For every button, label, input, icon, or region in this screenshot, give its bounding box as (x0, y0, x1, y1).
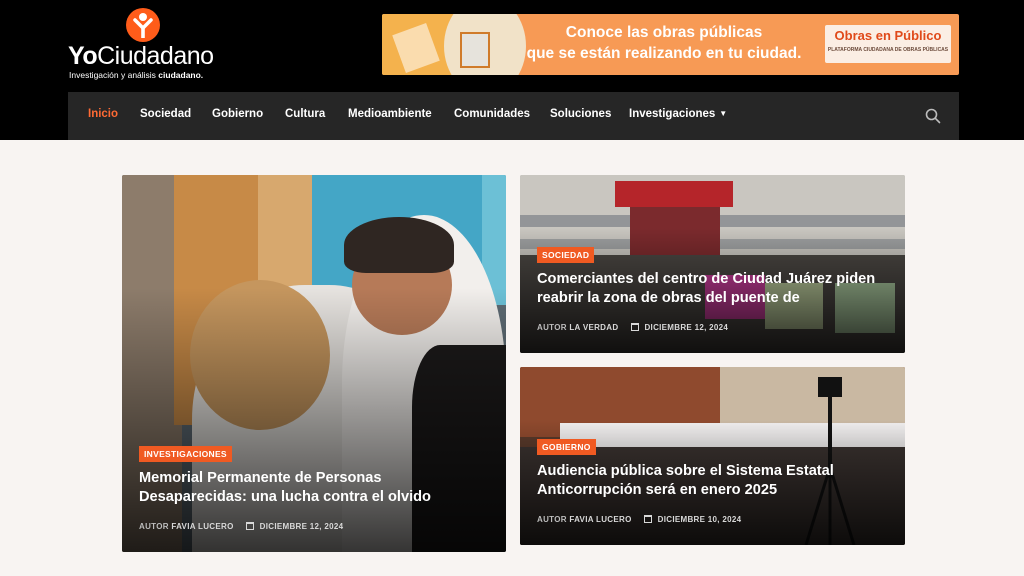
author-name[interactable]: FAVIA LUCERO (171, 522, 233, 531)
banner-message: Conoce las obras públicas que se están r… (526, 24, 802, 62)
banner-illustration (382, 14, 526, 75)
site-logo[interactable]: YoCiudadano Investigación y análisis ciu… (68, 8, 228, 84)
nav-item-gobierno[interactable]: Gobierno (212, 108, 263, 120)
nav-item-soluciones[interactable]: Soluciones (550, 108, 611, 120)
article-title[interactable]: Audiencia pública sobre el Sistema Estat… (537, 462, 877, 500)
article-meta: AUTOR FAVIA LUCERO DICIEMBRE 12, 2024 (139, 522, 343, 531)
calendar-icon (644, 515, 653, 523)
logo-person-icon (126, 8, 160, 42)
calendar-icon (630, 323, 639, 331)
nav-item-sociedad[interactable]: Sociedad (140, 108, 191, 120)
article-card[interactable]: SOCIEDAD Comerciantes del centro de Ciud… (520, 175, 905, 353)
main-nav: Inicio Sociedad Gobierno Cultura Medioam… (68, 92, 959, 140)
author-name[interactable]: LA VERDAD (569, 323, 618, 332)
site-header: YoCiudadano Investigación y análisis ciu… (0, 0, 1024, 140)
calendar-icon (246, 522, 255, 530)
category-badge[interactable]: INVESTIGACIONES (139, 446, 232, 462)
banner-brand-logo: Obras en Público PLATAFORMA CIUDADANA DE… (825, 25, 951, 63)
article-date: DICIEMBRE 12, 2024 (644, 323, 729, 332)
logo-tagline: Investigación y análisis ciudadano. (69, 70, 204, 80)
nav-item-cultura[interactable]: Cultura (285, 108, 325, 120)
article-date: DICIEMBRE 10, 2024 (657, 515, 742, 524)
image-overlay (122, 288, 506, 552)
author-prefix: AUTOR (537, 515, 567, 524)
nav-item-inicio[interactable]: Inicio (88, 108, 118, 120)
nav-item-investigaciones[interactable]: Investigaciones ▼ (629, 108, 727, 120)
nav-item-comunidades[interactable]: Comunidades (454, 108, 530, 120)
author-prefix: AUTOR (139, 522, 169, 531)
featured-article-card[interactable]: INVESTIGACIONES Memorial Permanente de P… (122, 175, 506, 552)
article-meta: AUTOR LA VERDAD DICIEMBRE 12, 2024 (537, 323, 728, 332)
article-card[interactable]: GOBIERNO Audiencia pública sobre el Sist… (520, 367, 905, 545)
nav-item-medioambiente[interactable]: Medioambiente (348, 108, 432, 120)
search-icon[interactable] (925, 108, 941, 124)
chevron-down-icon: ▼ (719, 109, 728, 118)
article-meta: AUTOR FAVIA LUCERO DICIEMBRE 10, 2024 (537, 515, 741, 524)
category-badge[interactable]: SOCIEDAD (537, 247, 595, 263)
article-date: DICIEMBRE 12, 2024 (259, 522, 344, 531)
article-title[interactable]: Comerciantes del centro de Ciudad Juárez… (537, 270, 897, 308)
author-prefix: AUTOR (537, 323, 567, 332)
article-title[interactable]: Memorial Permanente de Personas Desapare… (139, 469, 484, 507)
author-name[interactable]: FAVIA LUCERO (569, 515, 631, 524)
logo-wordmark: YoCiudadano (68, 42, 214, 70)
nav-item-investigaciones-label: Investigaciones (629, 108, 716, 120)
category-badge[interactable]: GOBIERNO (537, 439, 596, 455)
obras-en-publico-banner[interactable]: Conoce las obras públicas que se están r… (382, 14, 959, 75)
